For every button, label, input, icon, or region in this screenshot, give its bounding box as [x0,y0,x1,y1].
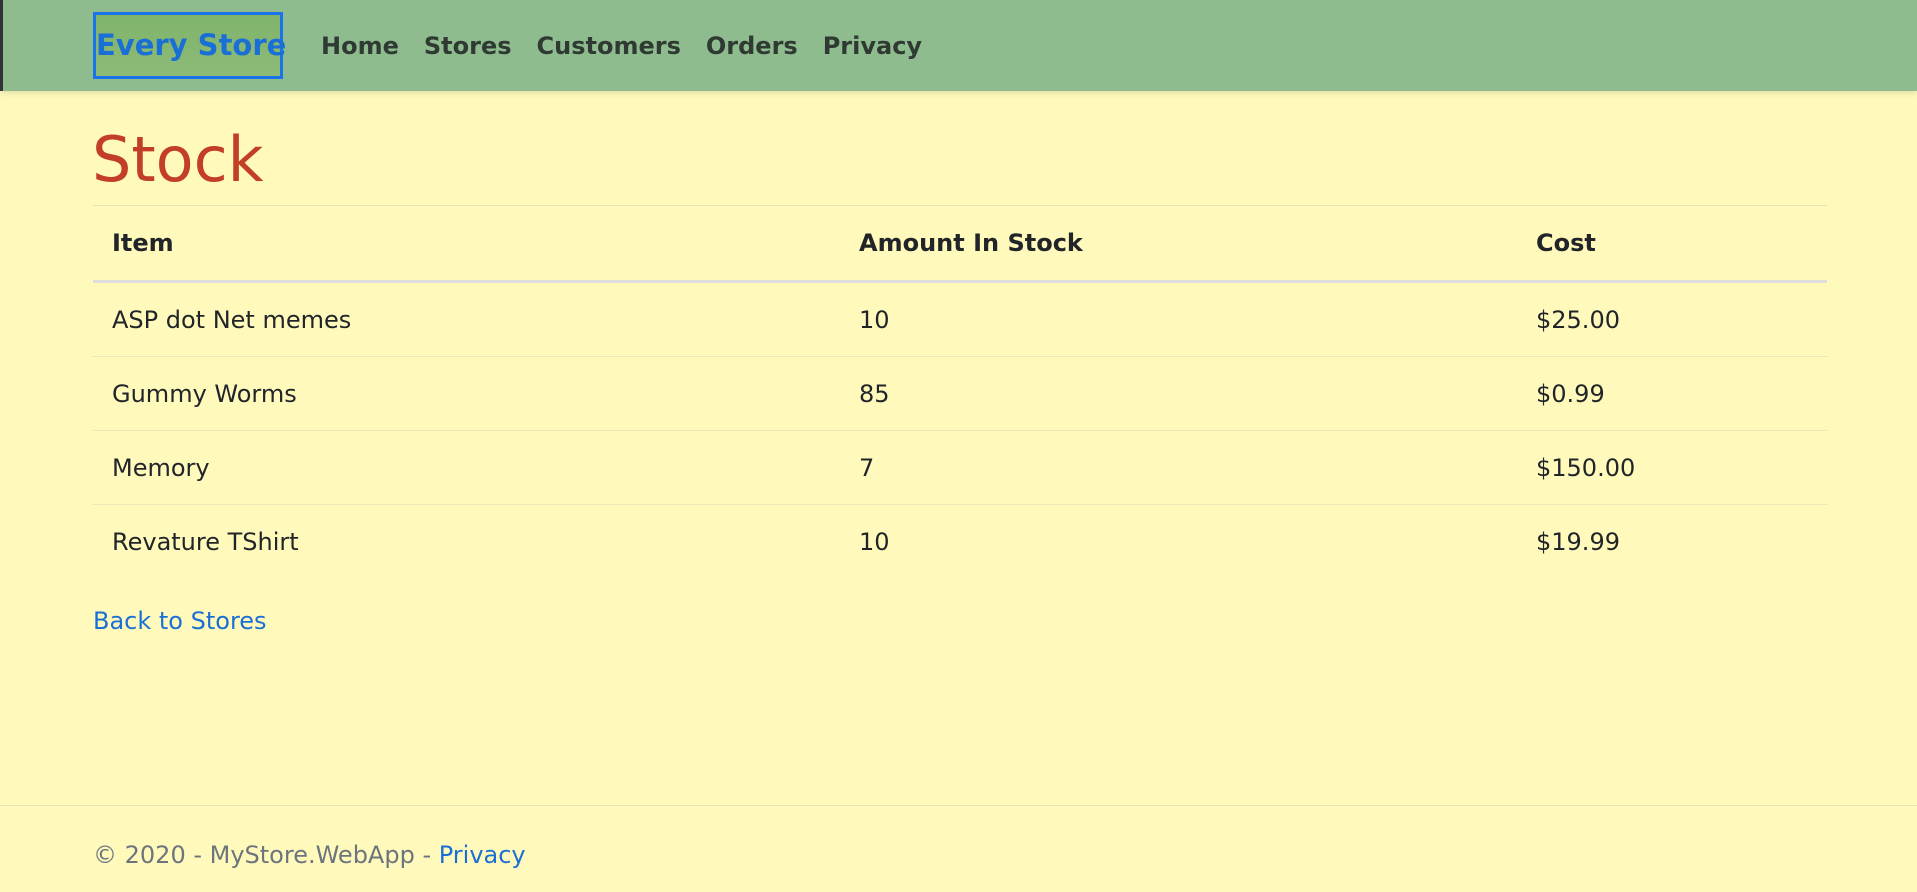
table-row: Revature TShirt 10 $19.99 [93,505,1827,579]
nav-link-home[interactable]: Home [321,32,399,60]
table-row: Memory 7 $150.00 [93,430,1827,505]
stock-table: Item Amount In Stock Cost ASP dot Net me… [93,205,1827,578]
amount-cell: 85 [840,356,1517,431]
amount-cell: 7 [840,430,1517,505]
navbar: Every Store Home Stores Customers Orders… [0,0,1917,91]
table-header-row: Item Amount In Stock Cost [93,205,1827,283]
cost-cell: $19.99 [1536,527,1620,556]
amount-cell: 10 [859,527,890,556]
item-cell: ASP dot Net memes [93,281,840,357]
nav-links: Home Stores Customers Orders Privacy [321,0,922,91]
item-cell: Memory [93,430,840,505]
nav-link-orders[interactable]: Orders [706,32,798,60]
footer-copyright: © 2020 - MyStore.WebApp - [93,841,439,869]
cost-cell: $150.00 [1517,430,1827,505]
brand-link[interactable]: Every Store [93,12,286,79]
column-header-item: Item [93,205,840,283]
back-to-stores-link[interactable]: Back to Stores [93,607,267,635]
item-cell: Gummy Worms [93,356,840,431]
item-cell: Revature TShirt [112,527,299,556]
footer-text: © 2020 - MyStore.WebApp - Privacy [93,841,526,869]
nav-link-customers[interactable]: Customers [537,32,681,60]
footer-privacy-link[interactable]: Privacy [439,841,526,869]
amount-cell: 10 [840,281,1517,357]
cost-cell: $25.00 [1517,281,1827,357]
nav-link-stores[interactable]: Stores [424,32,512,60]
column-header-amount: Amount In Stock [840,205,1517,283]
cost-cell: $0.99 [1517,356,1827,431]
page-title: Stock [92,123,264,196]
table-row: Gummy Worms 85 $0.99 [93,356,1827,431]
column-header-cost: Cost [1517,205,1827,283]
footer: © 2020 - MyStore.WebApp - Privacy [0,805,1917,892]
nav-link-privacy[interactable]: Privacy [823,32,922,60]
table-row: ASP dot Net memes 10 $25.00 [93,281,1827,357]
